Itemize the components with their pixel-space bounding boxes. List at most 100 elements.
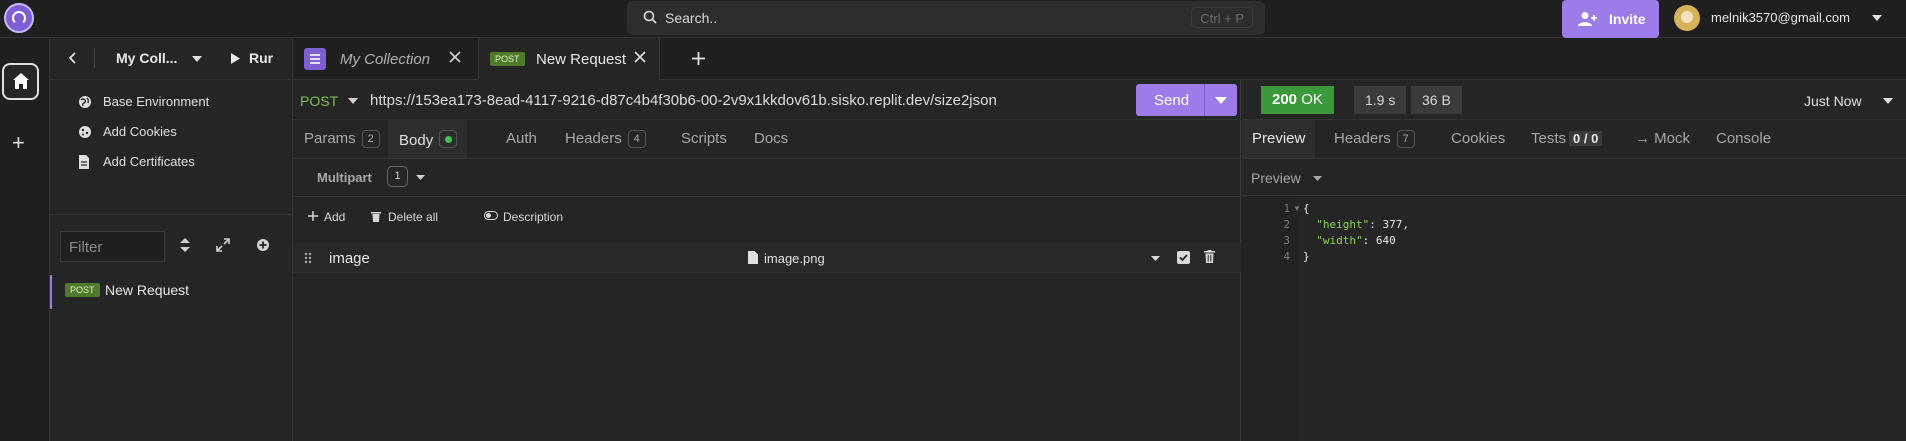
chevron-down-icon[interactable] — [348, 98, 358, 104]
trash-icon[interactable] — [1204, 250, 1215, 263]
search-shortcut: Ctrl + P — [1191, 7, 1253, 28]
tab-new-request[interactable]: POST New Request — [478, 38, 660, 81]
sidebar-item-label: Add Certificates — [103, 154, 195, 169]
search-icon — [643, 10, 657, 24]
avatar[interactable] — [1674, 5, 1700, 31]
divider — [1204, 84, 1205, 116]
tab-scripts[interactable]: Scripts — [681, 120, 727, 158]
tab-label: Docs — [754, 130, 789, 147]
tab-response-headers[interactable]: Headers 7 — [1334, 120, 1415, 158]
url-bar: POST https://153ea173-8ead-4117-9216-d87… — [293, 80, 1241, 120]
response-tabs: Preview Headers 7 Cookies Tests 0 / 0 → Mo… — [1242, 120, 1906, 159]
drag-handle-icon[interactable] — [304, 252, 312, 264]
tab-label: → Mock — [1635, 130, 1691, 147]
tab-label: My Collection — [340, 51, 431, 68]
tab-my-collection[interactable]: My Collection — [293, 38, 478, 80]
body-type-row: Multipart 1 — [293, 159, 1241, 197]
sidebar-item-add-certificates[interactable]: Add Certificates — [78, 153, 278, 173]
play-icon[interactable] — [230, 52, 241, 65]
url-input[interactable]: https://153ea173-8ead-4117-9216-d87c4b4f… — [370, 92, 997, 109]
request-tabs: Params 2 Body Auth Headers 4 Scripts Docs — [293, 120, 1241, 159]
add-circle-icon[interactable] — [256, 238, 270, 252]
tab-label: Preview — [1252, 130, 1306, 147]
tab-label: New Request — [536, 51, 627, 68]
response-body[interactable]: { "height": 377, "width": 640 } — [1242, 196, 1906, 441]
tab-docs[interactable]: Docs — [754, 120, 788, 158]
code-line: { — [1303, 202, 1310, 215]
count-badge: 1 — [387, 166, 408, 187]
chevron-down-icon[interactable] — [1313, 176, 1322, 181]
expand-icon[interactable] — [216, 238, 230, 252]
sort-icon[interactable] — [180, 238, 190, 252]
chevron-down-icon[interactable] — [1872, 15, 1882, 21]
history-select[interactable]: Just Now — [1804, 93, 1862, 109]
code-line: "width": 640 — [1316, 234, 1396, 247]
app-logo[interactable] — [4, 3, 34, 33]
count-badge: 7 — [1396, 130, 1415, 148]
filter-input[interactable]: Filter — [60, 231, 165, 262]
sidebar: My Coll... Rur Base Environment Add Cook… — [50, 38, 293, 441]
top-bar: Search.. Ctrl + P Invite melnik3570@gmai… — [0, 0, 1906, 38]
tab-auth[interactable]: Auth — [506, 120, 537, 158]
tab-tests[interactable]: Tests 0 / 0 — [1531, 120, 1603, 158]
sidebar-item-label: Add Cookies — [103, 124, 177, 139]
tab-preview[interactable]: Preview — [1242, 120, 1316, 158]
home-button[interactable] — [2, 63, 39, 100]
code-line: } — [1303, 250, 1310, 263]
send-button[interactable]: Send — [1136, 84, 1237, 116]
json-value: 640 — [1375, 234, 1396, 247]
count-badge: 2 — [361, 130, 380, 148]
json-key: "width" — [1316, 234, 1363, 247]
new-tab-icon[interactable] — [691, 51, 706, 66]
invite-label: Invite — [1609, 11, 1646, 27]
chevron-down-icon[interactable] — [192, 56, 202, 62]
tab-console[interactable]: Console — [1716, 120, 1771, 158]
status-dot-icon — [439, 130, 458, 148]
tab-label: Headers — [565, 130, 622, 147]
enabled-checkbox[interactable] — [1177, 251, 1190, 264]
collection-name[interactable]: My Coll... — [116, 50, 177, 66]
tab-mock[interactable]: → Mock — [1635, 120, 1690, 158]
add-project-icon[interactable]: + — [12, 130, 25, 156]
trash-icon — [371, 211, 381, 222]
plus-icon — [308, 211, 318, 221]
sidebar-request-item[interactable]: POST New Request — [50, 275, 293, 309]
tab-headers[interactable]: Headers 4 — [565, 120, 646, 158]
run-button[interactable]: Rur — [249, 50, 273, 66]
close-icon[interactable] — [634, 51, 646, 63]
response-size: 36 B — [1411, 86, 1462, 114]
action-label: Delete all — [388, 210, 439, 224]
sidebar-item-base-environment[interactable]: Base Environment — [78, 93, 278, 113]
send-label: Send — [1154, 92, 1190, 109]
response-time: 1.9 s — [1354, 86, 1407, 114]
param-name-input[interactable]: image — [329, 250, 370, 267]
tab-bar: My Collection POST New Request — [293, 38, 1906, 81]
tab-label: Tests — [1531, 130, 1567, 147]
tab-body[interactable]: Body — [388, 120, 468, 158]
back-icon[interactable] — [68, 52, 76, 64]
response-pane: 200 OK 1.9 s 36 B Just Now Preview Heade… — [1242, 80, 1906, 441]
tab-label: Params — [304, 130, 356, 147]
chevron-down-icon[interactable] — [1151, 256, 1160, 261]
json-value: 377 — [1382, 218, 1403, 231]
tab-params[interactable]: Params 2 — [304, 120, 380, 158]
close-icon[interactable] — [449, 51, 461, 63]
chevron-down-icon[interactable] — [1215, 97, 1227, 104]
tab-label: Scripts — [681, 130, 727, 147]
tab-cookies[interactable]: Cookies — [1451, 120, 1505, 158]
sidebar-item-add-cookies[interactable]: Add Cookies — [78, 123, 278, 143]
file-picker[interactable]: image.png — [764, 251, 825, 266]
avatar-image — [1681, 11, 1693, 23]
chevron-down-icon[interactable] — [416, 175, 425, 180]
body-type-select[interactable]: Multipart — [317, 170, 372, 185]
method-select[interactable]: POST — [300, 93, 338, 109]
chevron-down-icon[interactable] — [1883, 98, 1893, 104]
search-bar[interactable]: Search.. Ctrl + P — [627, 1, 1265, 35]
action-label: Description — [503, 210, 564, 224]
divider — [50, 214, 293, 215]
invite-button[interactable]: Invite — [1562, 0, 1659, 38]
preview-mode-select[interactable]: Preview — [1251, 170, 1301, 186]
user-email[interactable]: melnik3570@gmail.com — [1711, 10, 1850, 25]
table-row: image image.png — [293, 243, 1241, 273]
tab-label: Cookies — [1451, 130, 1506, 147]
